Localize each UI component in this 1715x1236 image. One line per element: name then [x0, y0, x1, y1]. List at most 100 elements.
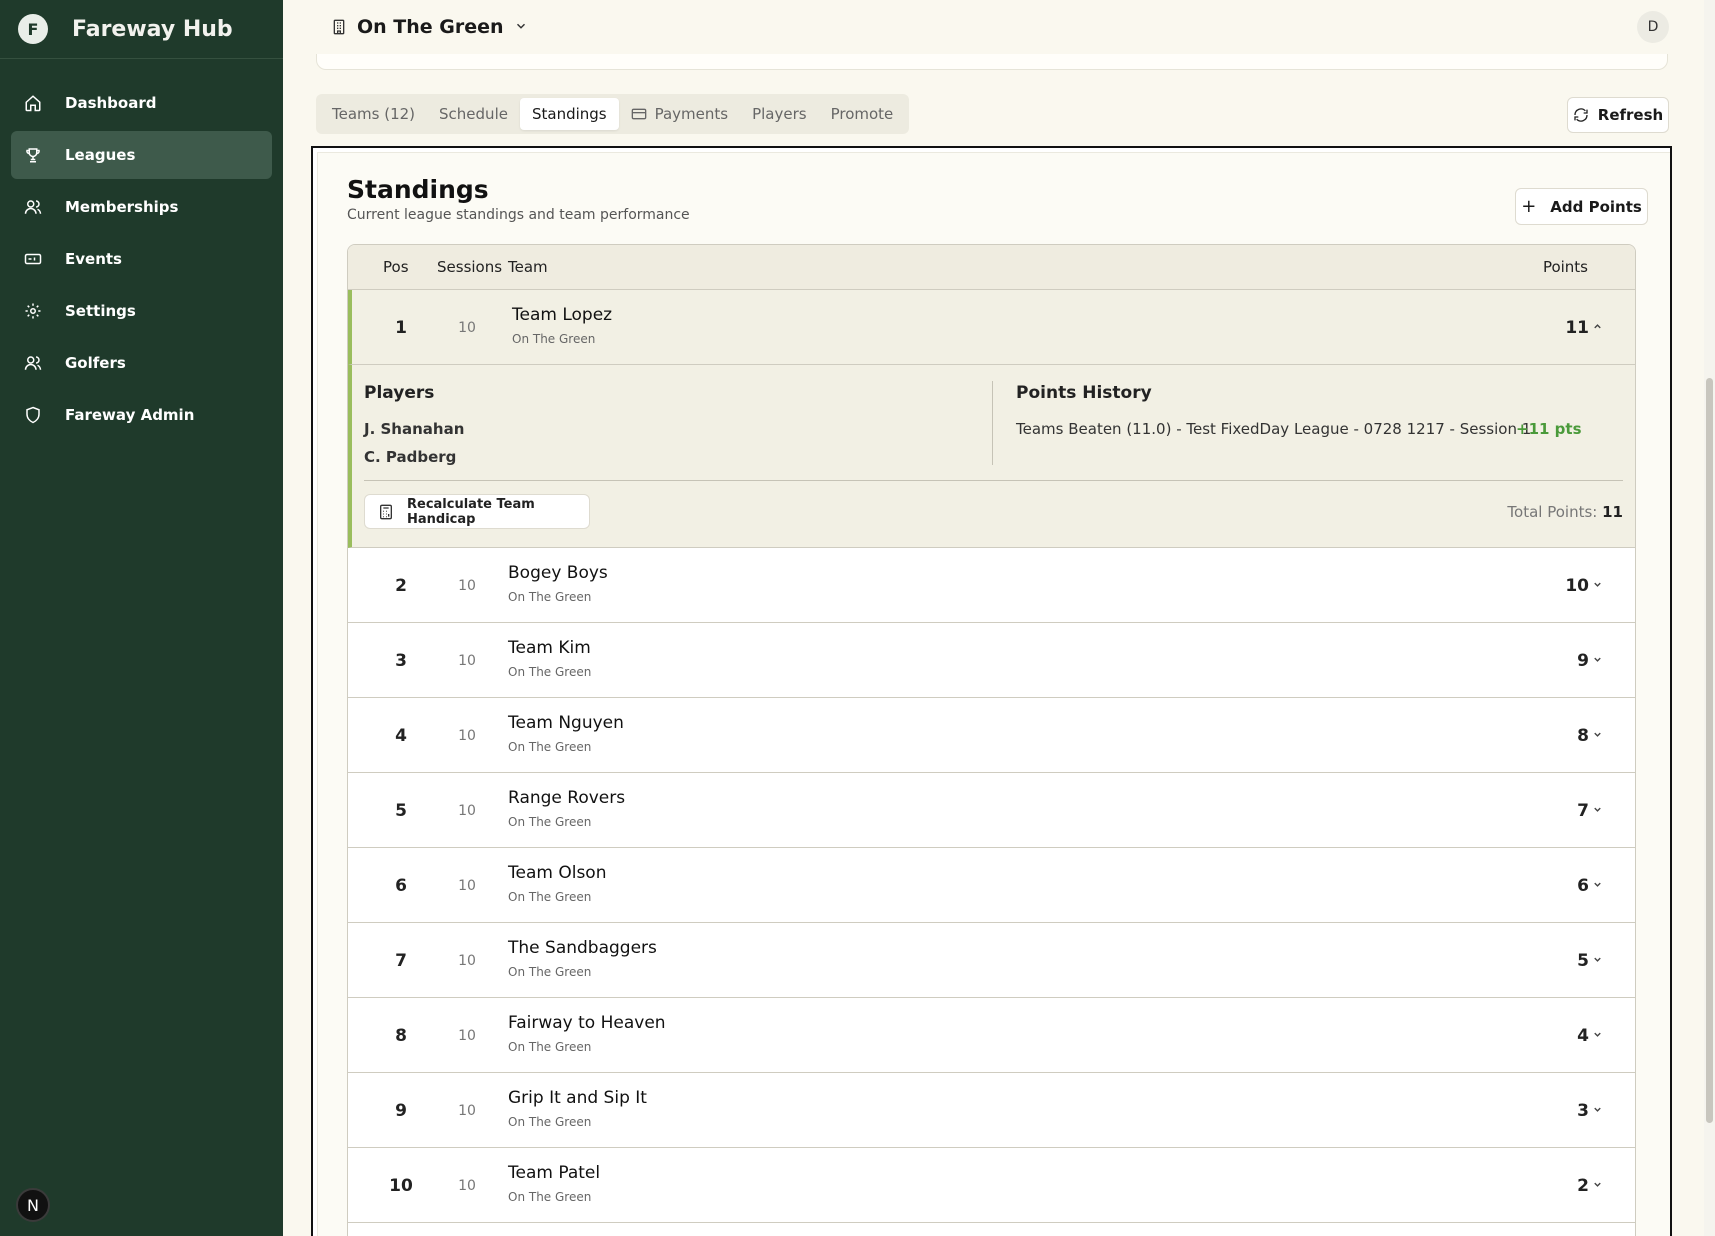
- users-icon: [23, 353, 43, 373]
- chevron-down-icon[interactable]: [1592, 1179, 1603, 1190]
- table-row[interactable]: 9 10 Grip It and Sip It On The Green 3: [348, 1073, 1635, 1148]
- recalculate-handicap-button[interactable]: Recalculate Team Handicap: [364, 494, 590, 529]
- row-points: 11: [1565, 318, 1589, 338]
- row-pos: 7: [395, 951, 407, 971]
- row-points: 4: [1577, 1026, 1589, 1046]
- gear-icon: [23, 301, 43, 321]
- row-points: 7: [1577, 801, 1589, 821]
- tab-promote[interactable]: Promote: [819, 98, 906, 130]
- page-title: Standings: [347, 175, 489, 204]
- chevron-down-icon[interactable]: [1592, 879, 1603, 890]
- sidebar-item-settings[interactable]: Settings: [11, 287, 272, 335]
- shield-icon: [23, 405, 43, 425]
- row-pos: 8: [395, 1026, 407, 1046]
- row-venue: On The Green: [508, 1040, 592, 1054]
- row-pos: 9: [395, 1101, 407, 1121]
- app-name: Fareway Hub: [72, 16, 233, 42]
- table-row[interactable]: 1 10 Team Lopez On The Green 11: [348, 290, 1635, 365]
- row-points: 10: [1565, 576, 1589, 596]
- tab-standings[interactable]: Standings: [519, 98, 619, 130]
- row-sessions: 10: [458, 1103, 476, 1119]
- tab-label: Payments: [654, 105, 729, 123]
- chevron-up-icon[interactable]: [1592, 321, 1603, 332]
- row-points: 2: [1577, 1176, 1589, 1196]
- row-venue: On The Green: [508, 815, 592, 829]
- brand[interactable]: F Fareway Hub: [0, 0, 283, 59]
- sidebar-item-label: Dashboard: [65, 94, 157, 112]
- chevron-down-icon[interactable]: [1592, 954, 1603, 965]
- chevron-down-icon[interactable]: [1592, 804, 1603, 815]
- table-row[interactable]: 2 10 Bogey Boys On The Green 10: [348, 548, 1635, 623]
- scrollbar-thumb[interactable]: [1706, 378, 1713, 1123]
- chevron-down-icon[interactable]: [1592, 729, 1603, 740]
- row-pos: 4: [395, 726, 407, 746]
- venue-switcher[interactable]: On The Green: [331, 16, 528, 38]
- sidebar-item-events[interactable]: Events: [11, 235, 272, 283]
- player-name: J. Shanahan: [364, 420, 465, 438]
- chevron-down-icon[interactable]: [1592, 1029, 1603, 1040]
- row-sessions: 10: [458, 653, 476, 669]
- col-pos: Pos: [383, 258, 409, 276]
- row-venue: On The Green: [512, 332, 596, 346]
- table-row[interactable]: 5 10 Range Rovers On The Green 7: [348, 773, 1635, 848]
- sidebar-item-label: Golfers: [65, 354, 126, 372]
- plus-icon: +: [1521, 196, 1537, 217]
- row-venue: On The Green: [508, 1190, 592, 1204]
- sidebar-item-fareway-admin[interactable]: Fareway Admin: [11, 391, 272, 439]
- total-points-label: Total Points:: [1507, 503, 1598, 521]
- add-points-button[interactable]: + Add Points: [1515, 188, 1648, 225]
- row-points: 8: [1577, 726, 1589, 746]
- row-team: Bogey Boys: [508, 563, 608, 583]
- table-row[interactable]: 6 10 Team Olson On The Green 6: [348, 848, 1635, 923]
- sidebar-nav: Dashboard Leagues Memberships Events Set…: [0, 59, 283, 439]
- sidebar-item-label: Fareway Admin: [65, 406, 195, 424]
- sidebar-item-memberships[interactable]: Memberships: [11, 183, 272, 231]
- sidebar-item-label: Leagues: [65, 146, 136, 164]
- points-history-entry: Teams Beaten (11.0) - Test FixedDay Leag…: [1016, 420, 1532, 438]
- table-row[interactable]: 8 10 Fairway to Heaven On The Green 4: [348, 998, 1635, 1073]
- recalculate-label: Recalculate Team Handicap: [407, 496, 535, 527]
- row-pos: 5: [395, 801, 407, 821]
- row-team: Grip It and Sip It: [508, 1088, 647, 1108]
- tab-teams[interactable]: Teams (12): [320, 98, 427, 130]
- refresh-label: Refresh: [1597, 106, 1664, 124]
- chevron-down-icon[interactable]: [1592, 579, 1603, 590]
- ticket-icon: [23, 249, 43, 269]
- footer-badge[interactable]: N: [16, 1188, 50, 1222]
- tab-payments[interactable]: Payments: [619, 98, 740, 130]
- sidebar-item-dashboard[interactable]: Dashboard: [11, 79, 272, 127]
- chevron-down-icon[interactable]: [1592, 654, 1603, 665]
- row-pos: 6: [395, 876, 407, 896]
- sidebar-item-label: Events: [65, 250, 122, 268]
- total-points: Total Points: 11: [1507, 503, 1623, 521]
- row-venue: On The Green: [508, 965, 592, 979]
- row-team: Team Nguyen: [508, 713, 624, 733]
- sidebar-item-label: Memberships: [65, 198, 179, 216]
- divider: [364, 480, 1623, 481]
- table-row[interactable]: 3 10 Team Kim On The Green 9: [348, 623, 1635, 698]
- sidebar-item-golfers[interactable]: Golfers: [11, 339, 272, 387]
- player-name: C. Padberg: [364, 448, 457, 466]
- col-sessions: Sessions: [437, 258, 503, 276]
- row-sessions: 10: [458, 953, 476, 969]
- row-pos: 3: [395, 651, 407, 671]
- chevron-down-icon[interactable]: [1592, 1104, 1603, 1115]
- table-row[interactable]: 10 10 Team Patel On The Green 2: [348, 1148, 1635, 1223]
- avatar[interactable]: D: [1637, 11, 1669, 43]
- brand-logo-icon: F: [18, 14, 48, 44]
- row-pos: 10: [389, 1176, 413, 1196]
- standings-card: Standings Current league standings and t…: [311, 146, 1672, 1236]
- row-venue: On The Green: [508, 890, 592, 904]
- table-row[interactable]: 7 10 The Sandbaggers On The Green 5: [348, 923, 1635, 998]
- row-points: 9: [1577, 651, 1589, 671]
- sidebar-item-leagues[interactable]: Leagues: [11, 131, 272, 179]
- row-points: 5: [1577, 951, 1589, 971]
- row-team: Team Olson: [508, 863, 607, 883]
- tab-schedule[interactable]: Schedule: [427, 98, 520, 130]
- tab-players[interactable]: Players: [740, 98, 819, 130]
- refresh-button[interactable]: Refresh: [1567, 97, 1669, 133]
- table-row[interactable]: 4 10 Team Nguyen On The Green 8: [348, 698, 1635, 773]
- row-team: The Sandbaggers: [508, 938, 657, 958]
- row-points: 3: [1577, 1101, 1589, 1121]
- row-venue: On The Green: [508, 1115, 592, 1129]
